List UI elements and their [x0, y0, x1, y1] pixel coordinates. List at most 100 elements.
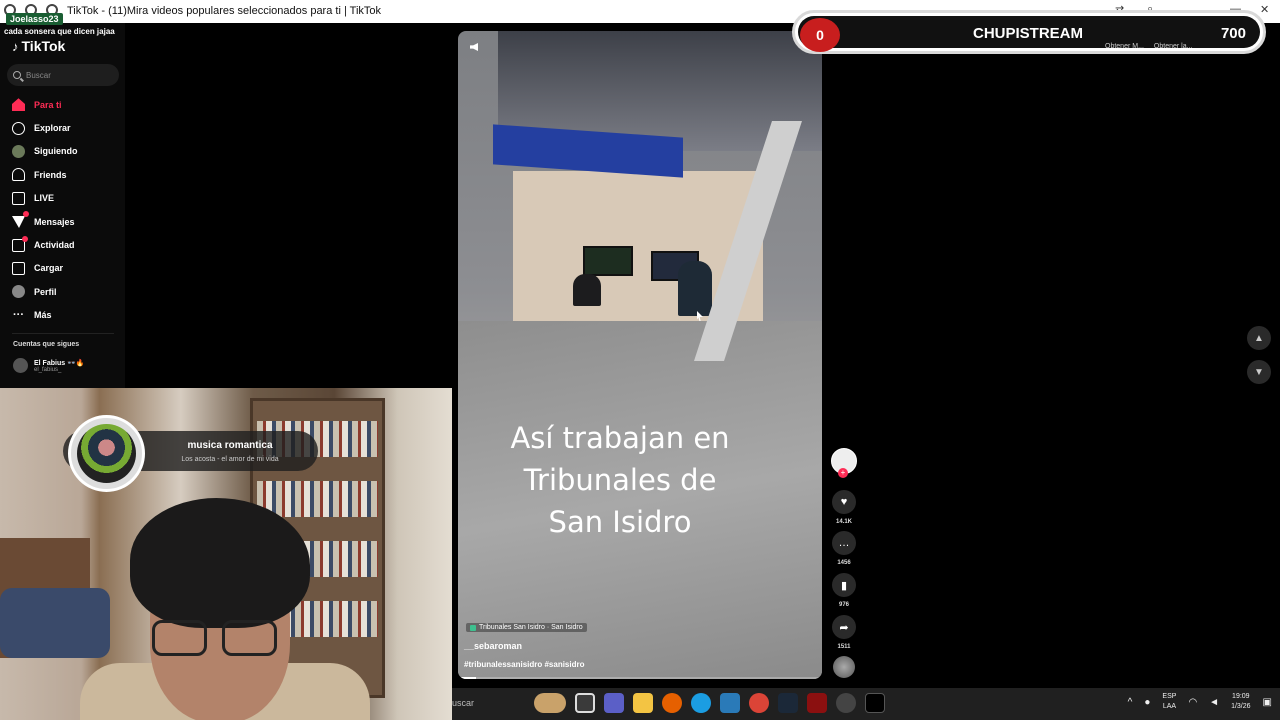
- sidebar-item-label: Más: [34, 310, 52, 321]
- chevron-up-icon[interactable]: ^: [1128, 697, 1133, 708]
- sidebar-item-mensajes[interactable]: Mensajes: [12, 210, 122, 233]
- sidebar-item-label: Actividad: [34, 240, 75, 251]
- share-count: 1511: [837, 644, 851, 650]
- sidebar-item-label: Siguiendo: [34, 146, 78, 157]
- sidebar-item-label: Perfil: [34, 286, 57, 297]
- sidebar-item-explorar[interactable]: Explorar: [12, 116, 122, 139]
- sidebar-item-label: Cargar: [34, 263, 64, 274]
- extension-button[interactable]: Obtener M...: [1105, 43, 1144, 50]
- window-title: TikTok - (11)Mira videos populares selec…: [67, 5, 382, 17]
- tiktok-note-icon: ♪: [12, 38, 19, 54]
- steam-icon[interactable]: [778, 693, 798, 713]
- next-video-button[interactable]: ▼: [1247, 360, 1271, 384]
- widgets-icon[interactable]: [534, 693, 566, 713]
- following-avatar-icon: [12, 144, 25, 158]
- app-icon[interactable]: [836, 693, 856, 713]
- teams-icon[interactable]: [604, 693, 624, 713]
- mail-icon[interactable]: [720, 693, 740, 713]
- save-button[interactable]: ▮: [832, 573, 856, 597]
- messages-icon: [12, 211, 29, 229]
- album-cover: [68, 415, 145, 492]
- follow-plus-icon[interactable]: +: [838, 468, 848, 478]
- tiktok-app-icon[interactable]: [865, 693, 885, 713]
- video-scene-worker: [678, 261, 712, 316]
- sidebar-item-para-ti[interactable]: Para ti: [12, 93, 122, 116]
- chevron-up-icon: ▲: [1254, 332, 1264, 344]
- clock-time: 19:09: [1232, 693, 1250, 700]
- extension-button[interactable]: Obtener la...: [1154, 43, 1193, 50]
- sidebar-item-actividad[interactable]: Actividad: [12, 233, 122, 256]
- search-input[interactable]: Buscar: [7, 64, 119, 86]
- more-icon: ···: [13, 308, 24, 321]
- video-scene-worker: [573, 274, 601, 306]
- glasses: [152, 620, 207, 656]
- edge-icon[interactable]: [691, 693, 711, 713]
- sidebar-item-siguiendo[interactable]: Siguiendo: [12, 140, 122, 163]
- notification-badge: [22, 235, 28, 242]
- tiktok-sidebar: ♪ TikTok Buscar Para ti Explorar Siguien…: [0, 23, 125, 388]
- sidebar-item-friends[interactable]: Friends: [12, 163, 122, 186]
- close-button[interactable]: ✕: [1260, 3, 1269, 16]
- video-player[interactable]: Así trabajan en Tribunales de San Isidro…: [458, 31, 822, 679]
- comment-button[interactable]: …: [832, 531, 856, 555]
- sidebar-item-label: Mensajes: [34, 216, 75, 227]
- keyboard-layout: LAA: [1162, 703, 1177, 710]
- comment-count: 1456: [837, 560, 851, 566]
- sidebar-item-live[interactable]: LIVE: [12, 187, 122, 210]
- sidebar-item-label: Explorar: [34, 123, 71, 134]
- wifi-icon[interactable]: ◠: [1188, 697, 1197, 708]
- notification-icon[interactable]: ▣: [1263, 697, 1272, 708]
- share-button[interactable]: ➦: [832, 615, 856, 639]
- caption-line: Tribunales de: [523, 463, 717, 497]
- video-progress-bar[interactable]: [458, 677, 822, 679]
- glasses: [222, 620, 277, 656]
- clock-date: 1/3/26: [1231, 703, 1251, 710]
- stream-points: 700: [1220, 25, 1246, 42]
- following-account-handle: el_fabius_: [34, 366, 62, 373]
- save-count: 976: [838, 602, 849, 608]
- compass-icon: [12, 121, 25, 135]
- task-view-icon[interactable]: [575, 693, 595, 713]
- chrome-icon[interactable]: [749, 693, 769, 713]
- following-section-title: Cuentas que sigues: [13, 341, 80, 348]
- video-author[interactable]: __sebaroman: [464, 641, 522, 651]
- video-progress-fill: [458, 677, 477, 679]
- video-hashtags[interactable]: #tribunalessanisidro #sanisidro: [464, 660, 584, 669]
- volume-icon[interactable]: [470, 43, 478, 51]
- friends-icon: [12, 168, 25, 182]
- app-icon[interactable]: [807, 693, 827, 713]
- now-playing-title: musica romantica: [187, 440, 273, 451]
- location-tag[interactable]: Tribunales San Isidro · San Isidro: [466, 623, 587, 632]
- logo-text: TikTok: [21, 38, 66, 54]
- volume-icon[interactable]: ◄: [1209, 697, 1219, 708]
- clock[interactable]: 19:09 1/3/26: [1231, 692, 1250, 712]
- webcam-feed: musica romantica Los acosta - el amor de…: [0, 388, 452, 720]
- stream-name: CHUPISTREAM: [973, 25, 1084, 42]
- taskbar-search[interactable]: uscar: [452, 698, 474, 708]
- video-caption: Así trabajan en Tribunales de San Isidro: [458, 417, 782, 543]
- language-indicator[interactable]: ESP LAA: [1162, 692, 1176, 712]
- search-icon: [13, 71, 21, 79]
- music-disc-icon[interactable]: [833, 656, 855, 678]
- file-explorer-icon[interactable]: [633, 693, 653, 713]
- caption-line: San Isidro: [548, 505, 692, 539]
- share-icon: ➦: [839, 621, 849, 634]
- previous-video-button[interactable]: ▲: [1247, 326, 1271, 350]
- following-account-name: El Fabius 👓🔥: [34, 359, 85, 367]
- like-button[interactable]: ♥: [832, 490, 856, 514]
- now-playing-artist: Los acosta - el amor de mi vida: [181, 456, 279, 463]
- microphone-icon[interactable]: ●: [1144, 697, 1150, 708]
- activity-icon: [12, 235, 28, 252]
- following-account[interactable]: El Fabius 👓🔥 el_fabius_: [13, 358, 85, 373]
- firefox-icon[interactable]: [662, 693, 682, 713]
- sidebar-item-perfil[interactable]: Perfil: [12, 280, 122, 303]
- video-scene-monitor: [583, 246, 633, 276]
- system-tray: ^ ● ESP LAA ◠ ◄ 19:09 1/3/26 ▣: [1128, 692, 1272, 712]
- streamer-hair: [130, 498, 310, 628]
- taskbar-apps: [534, 693, 885, 713]
- sidebar-item-cargar[interactable]: Cargar: [12, 257, 122, 280]
- tiktok-logo[interactable]: ♪ TikTok: [12, 38, 65, 54]
- home-icon: [12, 98, 25, 112]
- sidebar-item-mas[interactable]: ··· Más: [12, 304, 122, 327]
- notification-badge: [23, 211, 29, 218]
